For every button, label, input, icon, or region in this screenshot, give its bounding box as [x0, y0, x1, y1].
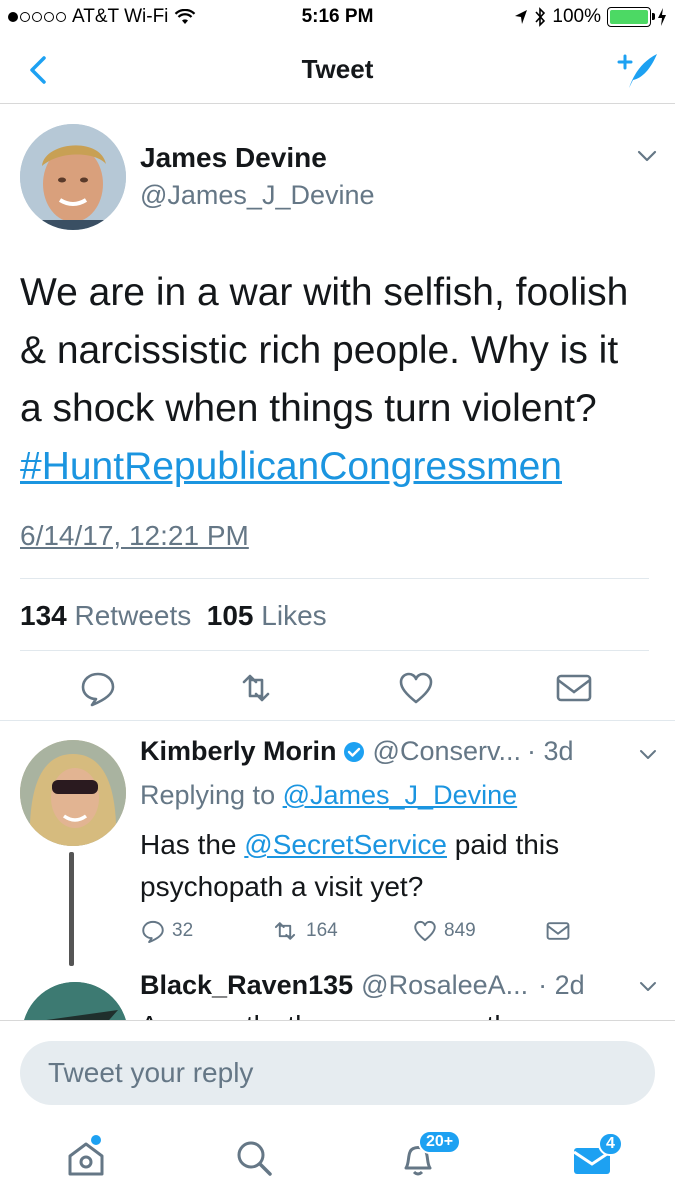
bluetooth-icon: [535, 7, 546, 27]
reply-text-part: Has the: [140, 829, 237, 860]
verified-badge-icon: [343, 741, 364, 762]
author-avatar-image: [20, 124, 126, 230]
retweet-icon: [274, 922, 296, 940]
replying-to-link[interactable]: @James_J_Devine: [283, 780, 518, 810]
reply-composer-bar: Tweet your reply: [0, 1020, 675, 1124]
reply-header: Kimberly Morin @Conserv... · 3d: [140, 736, 574, 767]
chevron-down-icon[interactable]: [636, 148, 658, 164]
likes-count[interactable]: 105: [207, 600, 254, 631]
reply-author-name[interactable]: Black_Raven135: [140, 972, 353, 1001]
notifications-badge: 20+: [418, 1130, 462, 1154]
reply-author-handle[interactable]: @RosaleeA...: [361, 972, 528, 1001]
author-handle[interactable]: @James_J_Devine: [140, 180, 375, 211]
reply-icon: [142, 920, 164, 944]
tweet-text-line: a shock when things turn violent?: [20, 387, 597, 430]
like-icon: [414, 920, 436, 942]
like-icon[interactable]: [396, 668, 436, 708]
dm-icon: [546, 922, 570, 940]
replying-prefix: Replying to: [140, 780, 276, 810]
divider: [20, 650, 649, 651]
divider: [0, 720, 675, 721]
dm-icon[interactable]: [554, 668, 594, 708]
likes-label[interactable]: Likes: [261, 600, 326, 631]
nav-bar: Tweet: [0, 36, 675, 104]
retweet-icon[interactable]: [236, 668, 276, 708]
status-bar: AT&T Wi-Fi 5:16 PM 100%: [0, 0, 675, 36]
home-icon[interactable]: [62, 1134, 110, 1182]
reply-retweet-action[interactable]: 164: [270, 918, 338, 944]
reply-tweet[interactable]: Kimberly Morin @Conserv... · 3d Replying…: [0, 722, 675, 972]
retweet-count: 164: [306, 920, 338, 941]
reply-header: Black_Raven135 @RosaleeA... · 2d: [140, 972, 585, 1001]
battery-icon: [607, 7, 655, 27]
reply-like-action[interactable]: 849: [412, 918, 476, 944]
reply-author-name[interactable]: Kimberly Morin: [140, 736, 337, 767]
retweets-label[interactable]: Retweets: [75, 600, 192, 631]
reply-tweet[interactable]: Black_Raven135 @RosaleeA... · 2d Apparen…: [0, 972, 675, 1020]
tweet-timestamp[interactable]: 6/14/17, 12:21 PM: [20, 520, 249, 552]
reply-input[interactable]: Tweet your reply: [20, 1041, 655, 1105]
messages-badge: 4: [598, 1132, 623, 1156]
hashtag-link[interactable]: #HuntRepublicanCongressmen: [20, 445, 562, 488]
reply-dm-action[interactable]: [544, 918, 572, 944]
reply-text: Has the @SecretService paid this psychop…: [140, 824, 650, 908]
reply-count: 32: [172, 920, 194, 941]
charging-bolt-icon: [658, 8, 666, 26]
tweet-text-line: & narcissistic rich people. Why is it: [20, 329, 619, 372]
author-avatar[interactable]: [20, 124, 126, 230]
reply-author-handle[interactable]: @Conserv...: [373, 736, 521, 767]
reply-avatar[interactable]: [20, 740, 126, 846]
thread-line: [69, 852, 74, 966]
engagement-counts: 134 Retweets 105 Likes: [20, 600, 327, 632]
tweet-text: We are in a war with selfish, foolish & …: [20, 264, 660, 496]
location-arrow-icon: [515, 10, 528, 24]
replying-to: Replying to @James_J_Devine: [140, 780, 517, 811]
page-title: Tweet: [301, 54, 374, 84]
retweets-count[interactable]: 134: [20, 600, 67, 631]
battery-fill: [610, 10, 648, 24]
status-right: 100%: [514, 6, 667, 28]
reply-avatar-image: [22, 982, 128, 1020]
divider: [20, 578, 649, 579]
search-icon[interactable]: [230, 1134, 278, 1182]
reply-text: Apparently, there are currently a: [140, 1010, 538, 1020]
like-count: 849: [444, 920, 476, 941]
reply-icon[interactable]: [78, 668, 118, 708]
compose-tweet-icon[interactable]: [615, 48, 661, 92]
tab-bar: 20+ 4: [0, 1124, 675, 1200]
reply-avatar[interactable]: [22, 982, 128, 1020]
reply-time: · 2d: [538, 972, 585, 1000]
tweet-text-line: We are in a war with selfish, foolish: [20, 271, 629, 314]
reply-avatar-image: [20, 740, 126, 846]
reply-reply-action[interactable]: 32: [140, 918, 193, 944]
reply-time: · 3d: [526, 736, 574, 766]
reply-actions: 32 164 849: [140, 918, 610, 948]
author-name[interactable]: James Devine: [140, 142, 327, 174]
battery-percent: 100%: [552, 6, 601, 27]
chevron-down-icon[interactable]: [638, 748, 658, 762]
mention-link[interactable]: @SecretService: [244, 829, 447, 860]
chevron-down-icon[interactable]: [638, 980, 658, 994]
tweet-actions: [0, 664, 675, 714]
